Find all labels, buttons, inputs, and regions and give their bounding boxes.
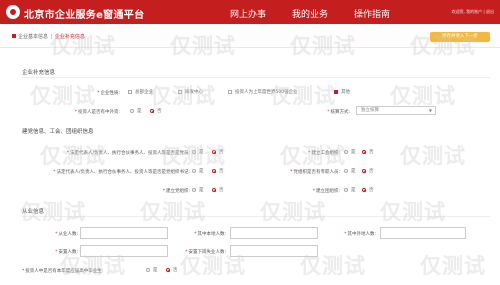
foreign-investor-label: *投资人是否有中外资: <box>74 110 120 115</box>
radio-checked-icon <box>362 150 366 154</box>
nav-my-business[interactable]: 我的业务 <box>292 7 328 20</box>
party-staff-label: *党组织是否有专职人员: <box>290 170 340 175</box>
watermark: 仅测试 <box>140 200 206 224</box>
league-org-label: *建立团组织: <box>312 189 340 194</box>
section-title-employment: 从业信息 <box>22 209 45 215</box>
top-header: 北京市企业服务e窗通平台 网上办事 我的业务 操作指南 欢迎您, 我的账户 | … <box>0 0 500 24</box>
breadcrumb-basic-info[interactable]: 企业基本信息 <box>18 34 48 40</box>
watermark: 仅测试 <box>380 200 446 224</box>
breadcrumb-supplement-info[interactable]: 企业补充信息 <box>55 34 85 40</box>
party-member-no[interactable]: 否 <box>212 149 224 155</box>
radio-icon <box>130 109 134 113</box>
breadcrumb: 企业基本信息 | 企业补充信息 <box>18 33 85 40</box>
save-next-button[interactable]: 保存并进入下一步 <box>430 32 490 42</box>
laidoff-placement-label: *安置下岗失业人数: <box>185 250 226 255</box>
placement-label: *安置人数: <box>55 250 78 255</box>
radio-checked-icon <box>362 169 366 173</box>
party-staff-yes[interactable]: 是 <box>344 168 356 174</box>
watermark: 仅测试 <box>420 254 486 278</box>
union-yes[interactable]: 是 <box>344 149 356 155</box>
radio-checked-icon <box>212 169 216 173</box>
watermark: 仅测试 <box>260 200 326 224</box>
section-divider <box>22 216 490 217</box>
party-org-label: *建立党组织: <box>162 189 190 194</box>
graduate-yes[interactable]: 是 <box>146 267 158 273</box>
radio-checked-icon <box>212 150 216 154</box>
party-secretary-label: *法定代表人/负责人、执行合伙事务人、投资人等是否是党组织书记: <box>53 170 190 175</box>
chevron-down-icon: ▼ <box>428 108 432 113</box>
party-staff-no[interactable]: 否 <box>362 168 374 174</box>
checkbox-icon <box>178 90 182 94</box>
league-org-yes[interactable]: 是 <box>344 187 356 193</box>
radio-checked-icon <box>150 109 154 113</box>
checkbox-icon <box>228 90 232 94</box>
enterprise-nature-label: *企业性质: <box>97 91 120 96</box>
local-employees-label: *其中本地人数: <box>194 232 226 237</box>
watermark: 仅测试 <box>270 84 336 108</box>
party-org-no[interactable]: 否 <box>212 187 224 193</box>
nonlocal-employees-input[interactable] <box>380 227 466 239</box>
employees-label: *从业人数: <box>55 232 78 237</box>
nonlocal-employees-label: *其中外地人数: <box>344 232 376 237</box>
party-member-yes[interactable]: 是 <box>192 149 204 155</box>
laidoff-placement-input[interactable] <box>230 245 318 257</box>
radio-icon <box>192 188 196 192</box>
union-label: *建立工会组织: <box>308 151 340 156</box>
radio-checked-icon <box>362 188 366 192</box>
foreign-investor-yes[interactable]: 是 <box>130 108 142 114</box>
section-divider <box>22 77 490 78</box>
league-org-no[interactable]: 否 <box>362 187 374 193</box>
section-title-supplement: 企业补充信息 <box>22 70 56 76</box>
nav-online-service[interactable]: 网上办事 <box>230 7 266 20</box>
user-links[interactable]: 欢迎您, 我的账户 | 退出 <box>452 9 494 15</box>
radio-icon <box>344 150 348 154</box>
graduate-no[interactable]: 否 <box>166 267 178 273</box>
nature-option-hq[interactable]: 总部企业 <box>128 89 153 95</box>
radio-checked-icon <box>166 268 170 272</box>
nav-guide[interactable]: 操作指南 <box>354 7 390 20</box>
radio-icon <box>344 169 348 173</box>
checkbox-checked-icon <box>334 90 338 94</box>
breadcrumb-separator: | <box>50 34 53 40</box>
placement-input[interactable] <box>80 245 168 257</box>
party-org-yes[interactable]: 是 <box>192 187 204 193</box>
checkbox-icon <box>128 90 132 94</box>
party-secretary-no[interactable]: 否 <box>212 168 224 174</box>
radio-icon <box>344 188 348 192</box>
nature-option-rd[interactable]: 研发中心 <box>178 89 203 95</box>
watermark: 仅测试 <box>400 144 466 168</box>
party-member-label: *法定代表人/负责人、执行合伙事务人、投资人等是否是党员: <box>66 151 190 156</box>
union-no[interactable]: 否 <box>362 149 374 155</box>
accounting-select[interactable]: 独立核算 ▼ <box>356 106 436 115</box>
breadcrumb-row: 企业基本信息 | 企业补充信息 保存并进入下一步 <box>0 24 500 48</box>
graduate-label: *投资人中是否有本年度应届高中毕业生: <box>22 269 104 274</box>
watermark: 仅测试 <box>150 84 216 108</box>
employees-input[interactable] <box>80 227 168 239</box>
accounting-label: *核算方式: <box>327 110 350 115</box>
radio-icon <box>192 169 196 173</box>
party-secretary-yes[interactable]: 是 <box>192 168 204 174</box>
foreign-investor-no[interactable]: 否 <box>150 108 162 114</box>
nature-option-other[interactable]: 其他 <box>334 89 350 95</box>
radio-checked-icon <box>212 188 216 192</box>
section-title-party: 建党信息、工会、团组织信息 <box>22 129 94 135</box>
logo-icon <box>6 5 20 19</box>
radio-icon <box>146 268 150 272</box>
radio-icon <box>192 150 196 154</box>
nature-option-top500[interactable]: 投资人为上年度世界500强企业 <box>228 89 298 95</box>
breadcrumb-marker-icon <box>12 34 16 38</box>
platform-title: 北京市企业服务e窗通平台 <box>24 10 145 21</box>
local-employees-input[interactable] <box>230 227 318 239</box>
